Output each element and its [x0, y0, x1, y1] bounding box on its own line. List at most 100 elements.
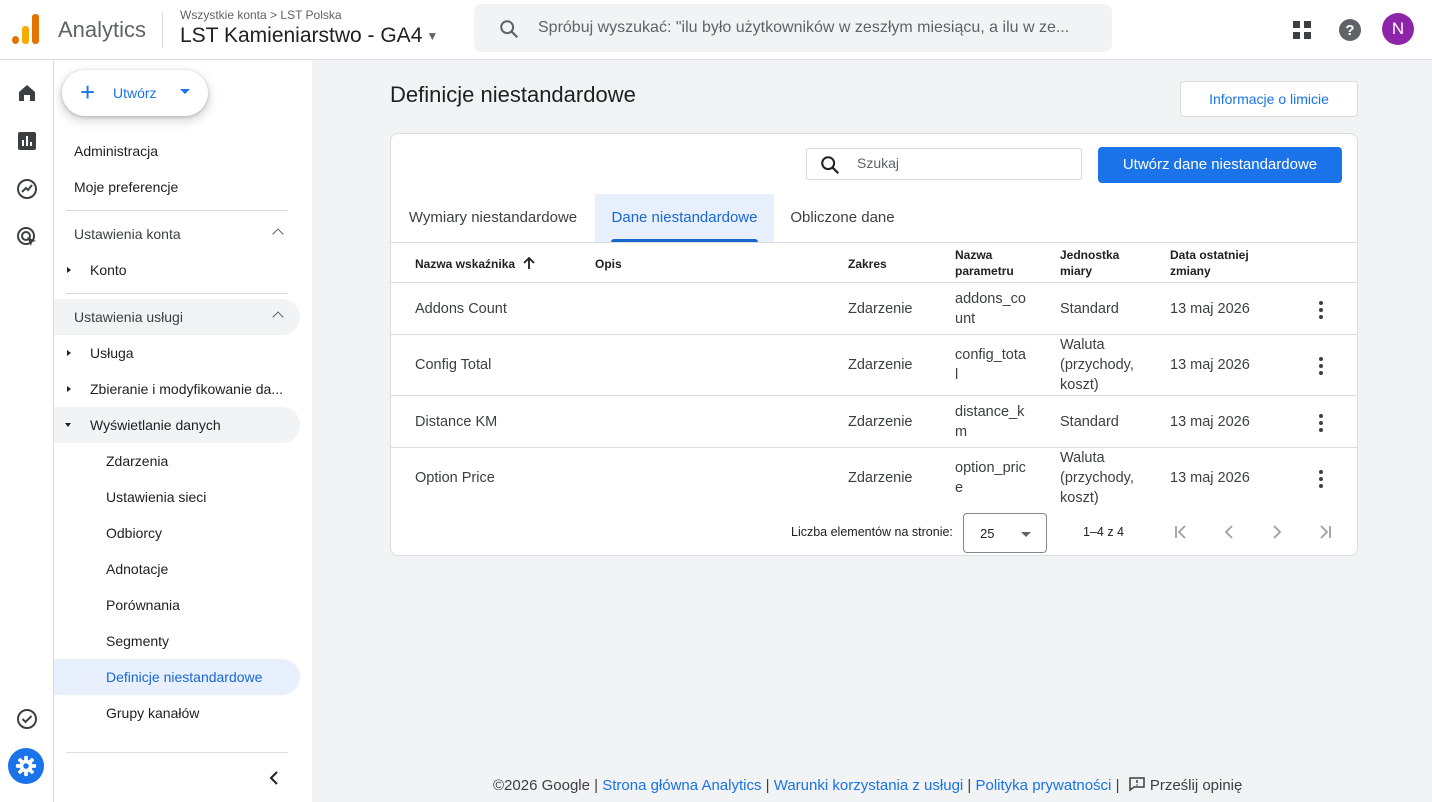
brand-name: Analytics	[58, 17, 147, 42]
expand-arrow-icon	[67, 386, 71, 392]
cell-date: 13 maj 2026	[1170, 301, 1250, 317]
svg-text:?: ?	[1345, 22, 1354, 39]
property-name: LST Kamieniarstwo - GA4	[180, 24, 423, 47]
cell-scope: Zdarzenie	[848, 301, 913, 317]
apps-grid-icon[interactable]	[1290, 18, 1314, 42]
create-custom-metric-button[interactable]: Utwórz dane niestandardowe	[1098, 147, 1342, 183]
advertising-icon[interactable]	[15, 225, 39, 249]
reports-icon[interactable]	[15, 129, 39, 153]
items-per-page-label: Liczba elementów na stronie:	[791, 525, 953, 539]
column-header-date[interactable]: Data ostatniej zmiany	[1170, 247, 1249, 279]
column-header-desc[interactable]: Opis	[595, 256, 622, 272]
nav-sub-segments[interactable]: Segmenty	[54, 623, 300, 659]
tab-calculated-metrics[interactable]: Obliczone dane	[774, 194, 911, 242]
admin-settings-button[interactable]	[8, 748, 44, 784]
check-circle-icon[interactable]	[15, 707, 39, 731]
nav-sub-events[interactable]: Zdarzenia	[54, 443, 300, 479]
column-header-param[interactable]: Nazwa parametru	[955, 247, 1014, 279]
explore-icon[interactable]	[15, 177, 39, 201]
divider	[391, 282, 1357, 283]
footer: ©2026 Google | Strona główna Analytics |…	[493, 776, 1242, 794]
cell-date: 13 maj 2026	[1170, 470, 1250, 486]
more-vert-icon[interactable]	[1319, 414, 1323, 435]
cell-text: koszt)	[1060, 377, 1099, 393]
previous-page-icon[interactable]	[1219, 522, 1239, 542]
nav-item-label: Usługa	[90, 345, 134, 361]
cell-metric-name[interactable]: Config Total	[415, 355, 491, 375]
first-page-icon[interactable]	[1171, 522, 1191, 542]
plus-icon: +	[80, 77, 96, 107]
section-label: Ustawienia konta	[74, 226, 181, 242]
cell-unit: Standard	[1060, 299, 1119, 319]
home-icon[interactable]	[15, 81, 39, 105]
tab-custom-metrics[interactable]: Dane niestandardowe	[595, 194, 774, 242]
nav-item-service[interactable]: Usługa	[54, 335, 300, 371]
create-button[interactable]: + Utwórz	[62, 70, 208, 116]
column-header-unit[interactable]: Jednostka miary	[1060, 247, 1119, 279]
feedback-label: Prześlij opinię	[1149, 777, 1243, 794]
nav-item-data-collection[interactable]: Zbieranie i modyfikowanie da...	[54, 371, 300, 407]
cell-text: config_tota	[955, 347, 1026, 363]
cell-param: config_tota l	[955, 345, 1026, 385]
cell-date: 13 maj 2026	[1170, 414, 1250, 430]
cell-metric-name[interactable]: Distance KM	[415, 412, 497, 432]
table-search[interactable]	[806, 148, 1082, 180]
column-header-scope[interactable]: Zakres	[848, 256, 887, 272]
last-page-icon[interactable]	[1315, 522, 1335, 542]
column-header-label: Jednostka	[1060, 248, 1120, 262]
chevron-left-icon[interactable]	[266, 770, 282, 786]
more-vert-icon[interactable]	[1319, 357, 1323, 378]
help-icon[interactable]: ?	[1338, 18, 1362, 42]
column-header-label: miary	[1060, 264, 1093, 278]
global-search-bar[interactable]: Spróbuj wyszukać: "ilu było użytkowników…	[474, 4, 1112, 52]
cell-metric-name[interactable]: Option Price	[415, 468, 495, 488]
cell-unit: Standard	[1060, 412, 1119, 432]
cell-param: addons_co unt	[955, 289, 1026, 329]
nav-section-account-settings[interactable]: Ustawienia konta	[54, 216, 300, 252]
divider	[391, 447, 1357, 448]
divider	[391, 334, 1357, 335]
nav-sub-custom-definitions[interactable]: Definicje niestandardowe	[54, 659, 300, 695]
next-page-icon[interactable]	[1267, 522, 1287, 542]
cell-scope: Zdarzenie	[848, 414, 913, 430]
breadcrumb-account[interactable]: LST Polska	[280, 8, 341, 22]
nav-sub-annotations[interactable]: Adnotacje	[54, 551, 300, 587]
avatar[interactable]: N	[1382, 13, 1414, 45]
divider	[391, 395, 1357, 396]
limit-info-button[interactable]: Informacje o limicie	[1180, 81, 1358, 117]
items-per-page-select[interactable]: 25	[963, 513, 1047, 553]
breadcrumb: Wszystkie konta > LST Polska	[180, 8, 342, 22]
nav-sub-audiences[interactable]: Odbiorcy	[54, 515, 300, 551]
footer-link-home[interactable]: Strona główna Analytics	[602, 777, 761, 794]
tab-custom-dimensions[interactable]: Wymiary niestandardowe	[391, 194, 595, 242]
page-title: Definicje niestandardowe	[390, 82, 636, 107]
breadcrumb-all-accounts[interactable]: Wszystkie konta	[180, 8, 267, 22]
expand-arrow-icon	[67, 350, 71, 356]
feedback-link[interactable]: Prześlij opinię	[1124, 777, 1243, 794]
cell-text: Waluta	[1060, 337, 1105, 353]
footer-link-privacy[interactable]: Polityka prywatności	[976, 777, 1112, 794]
column-header-name[interactable]: Nazwa wskaźnika	[415, 256, 536, 272]
cell-param: option_pric e	[955, 458, 1026, 498]
nav-sub-comparisons[interactable]: Porównania	[54, 587, 300, 623]
search-input[interactable]	[857, 155, 1067, 171]
nav-item-data-display[interactable]: Wyświetlanie danych	[54, 407, 300, 443]
property-selector[interactable]: LST Kamieniarstwo - GA4 ▼	[180, 24, 438, 48]
cell-text: (przychody,	[1060, 470, 1134, 486]
search-icon	[500, 20, 519, 39]
analytics-logo-icon[interactable]	[12, 14, 40, 44]
footer-link-terms[interactable]: Warunki korzystania z usługi	[774, 777, 964, 794]
nav-preferences[interactable]: Moje preferencje	[54, 169, 300, 205]
nav-item-account[interactable]: Konto	[54, 252, 300, 288]
nav-section-service-settings[interactable]: Ustawienia usługi	[54, 299, 300, 335]
nav-sub-web-settings[interactable]: Ustawienia sieci	[54, 479, 300, 515]
nav-sub-channel-groups[interactable]: Grupy kanałów	[54, 695, 300, 731]
more-vert-icon[interactable]	[1319, 470, 1323, 491]
cell-text: koszt)	[1060, 490, 1099, 506]
cell-param: distance_k m	[955, 402, 1024, 442]
nav-administration[interactable]: Administracja	[54, 133, 300, 169]
footer-separator: |	[1115, 777, 1120, 794]
more-vert-icon[interactable]	[1319, 301, 1323, 322]
nav-item-label: Wyświetlanie danych	[90, 417, 221, 433]
cell-metric-name[interactable]: Addons Count	[415, 299, 507, 319]
